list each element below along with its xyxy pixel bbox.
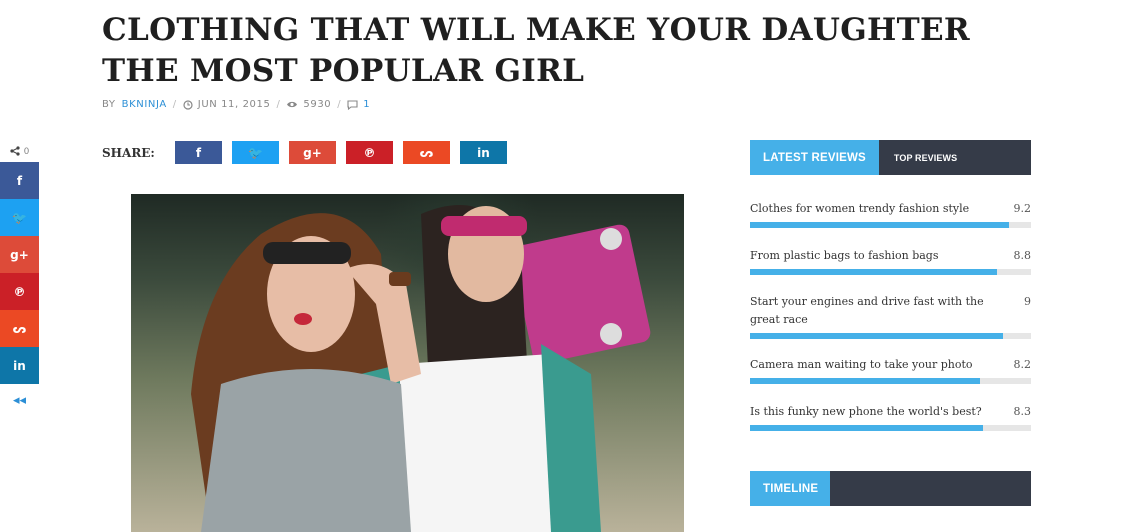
review-score: 8.8 [1013, 249, 1032, 262]
meta-separator: / [276, 99, 281, 110]
review-score: 9.2 [1013, 202, 1032, 215]
review-score-bar [750, 269, 1031, 275]
share-facebook-button[interactable]: f [175, 141, 222, 164]
review-score-fill [750, 269, 998, 275]
review-item[interactable]: Is this funky new phone the world's best… [750, 403, 1031, 431]
share-pinterest-button[interactable]: ℗ [346, 141, 393, 164]
meta-separator: / [172, 99, 177, 110]
review-score-bar [750, 333, 1031, 339]
review-score-fill [750, 222, 1009, 228]
review-title[interactable]: Camera man waiting to take your photo [750, 356, 1000, 374]
clock-icon [183, 99, 193, 110]
date-item: JUN 11, 2015 [183, 99, 271, 110]
share-count-value: 0 [24, 146, 30, 156]
share-count: 0 [0, 140, 39, 162]
post-date: JUN 11, 2015 [197, 99, 271, 110]
float-share-stumbleupon-button[interactable]: ᔕ [0, 310, 39, 347]
float-share-twitter-button[interactable]: 🐦 [0, 199, 39, 236]
tab-latest-reviews[interactable]: LATEST REVIEWS [750, 140, 879, 175]
eye-icon [287, 101, 298, 108]
comment-count[interactable]: 1 [363, 99, 370, 110]
review-item[interactable]: Camera man waiting to take your photo 8.2 [750, 356, 1031, 384]
tab-top-reviews[interactable]: TOP REVIEWS [879, 140, 972, 175]
review-title[interactable]: From plastic bags to fashion bags [750, 247, 1000, 265]
float-share-linkedin-button[interactable]: in [0, 347, 39, 384]
featured-photo [191, 205, 651, 532]
float-share-pinterest-button[interactable]: ℗ [0, 273, 39, 310]
review-score-fill [750, 425, 984, 431]
meta-separator: / [337, 99, 342, 110]
float-share-facebook-button[interactable]: f [0, 162, 39, 199]
review-score: 9 [1024, 295, 1031, 308]
article-title: CLOTHING THAT WILL MAKE YOUR DAUGHTER TH… [102, 12, 970, 89]
article-meta: BY BKNINJA / JUN 11, 2015 / 5930 / 1 [102, 99, 370, 110]
review-score-fill [750, 378, 981, 384]
review-score-bar [750, 222, 1031, 228]
review-title[interactable]: Start your engines and drive fast with t… [750, 293, 1000, 329]
review-score-bar [750, 425, 1031, 431]
review-item[interactable]: Start your engines and drive fast with t… [750, 293, 1031, 339]
share-linkedin-button[interactable]: in [460, 141, 507, 164]
floating-share-bar: 0 f 🐦 g+ ℗ ᔕ in ◂◂ [0, 140, 39, 416]
collapse-share-icon[interactable]: ◂◂ [0, 384, 39, 416]
views-item: 5930 [286, 99, 331, 110]
review-score: 8.2 [1013, 358, 1032, 371]
view-count: 5930 [303, 99, 332, 110]
share-twitter-button[interactable]: 🐦 [232, 141, 279, 164]
author-link[interactable]: BKNINJA [122, 99, 167, 110]
review-item[interactable]: Clothes for women trendy fashion style 9.… [750, 200, 1031, 228]
featured-image [131, 194, 684, 532]
comment-icon [347, 99, 358, 110]
timeline-title: TIMELINE [750, 471, 830, 506]
share-icon [10, 146, 20, 156]
reviews-widget-header: LATEST REVIEWS TOP REVIEWS [750, 140, 1031, 175]
share-googleplus-button[interactable]: g+ [289, 141, 336, 164]
review-score-bar [750, 378, 1031, 384]
share-stumbleupon-button[interactable]: ᔕ [403, 141, 450, 164]
by-label: BY [102, 99, 116, 110]
timeline-widget-header: TIMELINE [750, 471, 1031, 506]
review-score-fill [750, 333, 1003, 339]
review-item[interactable]: From plastic bags to fashion bags 8.8 [750, 247, 1031, 275]
review-title[interactable]: Is this funky new phone the world's best… [750, 403, 1000, 421]
share-buttons: f 🐦 g+ ℗ ᔕ in [175, 141, 507, 164]
review-score: 8.3 [1013, 405, 1032, 418]
float-share-googleplus-button[interactable]: g+ [0, 236, 39, 273]
review-title[interactable]: Clothes for women trendy fashion style [750, 200, 1000, 218]
share-label: SHARE: [102, 146, 155, 160]
comments-link[interactable]: 1 [347, 99, 370, 110]
